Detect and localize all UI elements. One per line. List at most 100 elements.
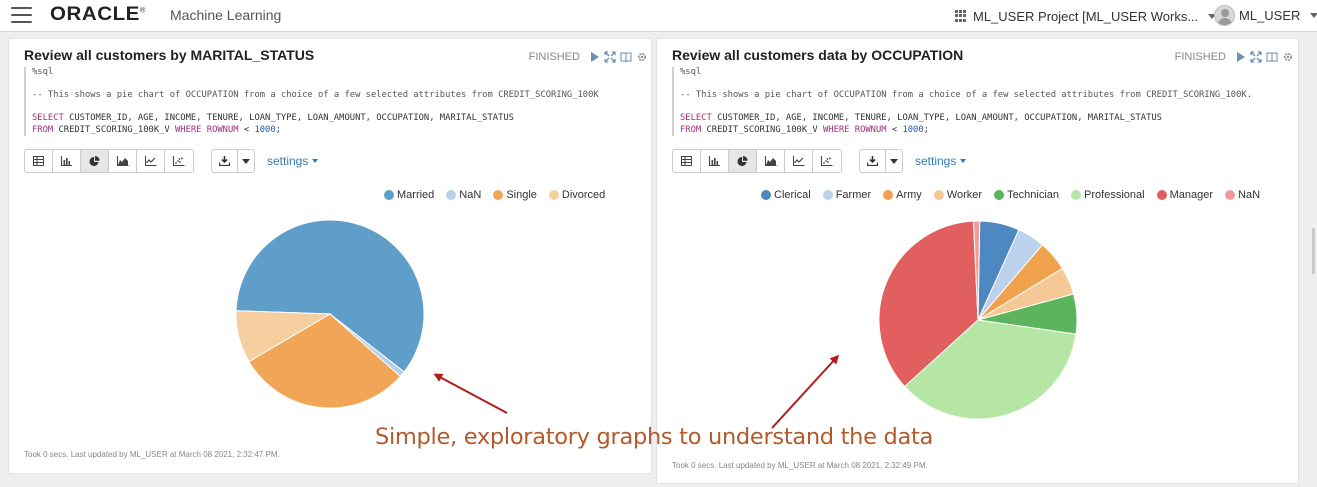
bar-chart-icon[interactable] [701,150,729,172]
legend-swatch [1156,190,1167,200]
legend-label: Army [896,189,922,201]
code-keyword-select: SELECT [32,113,64,123]
brand-text: ORACLE [50,4,140,25]
download-icon[interactable] [212,150,238,172]
table-icon[interactable] [673,150,701,172]
paragraph-footer: Took 0 secs. Last updated by ML_USER at … [24,450,280,459]
legend-item[interactable]: NaN [446,189,481,201]
visualization-toolbar: settings [24,149,319,173]
code-keyword-from: FROM [680,124,702,135]
chevron-down-icon [960,159,967,163]
gear-icon[interactable] [1282,51,1294,63]
legend-item[interactable]: Single [493,189,537,201]
grid-icon [955,10,967,22]
legend-label: Married [397,189,435,201]
settings-label: settings [267,154,309,168]
legend-swatch [446,190,457,200]
legend-item[interactable]: Clerical [761,189,811,201]
legend-item[interactable]: Farmer [822,189,872,201]
legend-label: Farmer [835,189,872,201]
code-comment: -- This shows a pie chart of OCCUPATION … [32,90,599,100]
code-operator: < [238,124,255,135]
legend-label: NaN [1238,189,1261,201]
code-keyword-select: SELECT [680,113,712,123]
scatter-chart-icon[interactable] [813,150,841,172]
paragraph-title: Review all customers data by OCCUPATION [672,47,964,63]
annotation-text: Simple, exploratory graphs to understand… [375,424,933,450]
pie-chart-icon[interactable] [81,150,109,172]
legend-item[interactable]: Married [384,189,434,201]
scatter-chart-icon[interactable] [165,150,193,172]
code-editor[interactable]: %sql -- This shows a pie chart of OCCUPA… [672,67,1292,136]
code-semicolon: ; [923,124,929,135]
pie-chart-occupation [878,220,1078,420]
area-chart-icon[interactable] [757,150,785,172]
legend-item[interactable]: NaN [1225,189,1260,201]
code-select-columns: CUSTOMER_ID, AGE, INCOME, TENURE, LOAN_T… [63,113,514,123]
oracle-logo: ORACLE® [50,4,146,26]
download-group [859,149,903,173]
expand-icon[interactable] [604,51,616,63]
user-menu[interactable]: ML_USER [1214,4,1317,26]
legend-label: Clerical [774,189,811,201]
download-icon[interactable] [860,150,886,172]
code-semicolon: ; [275,124,281,135]
legend-swatch [933,190,944,200]
line-chart-icon[interactable] [137,150,165,172]
brand-registered-mark: ® [139,7,147,15]
legend-label: Worker [946,189,983,201]
paragraph-footer: Took 0 secs. Last updated by ML_USER at … [672,461,928,470]
legend-item[interactable]: Divorced [548,189,605,201]
table-icon[interactable] [25,150,53,172]
area-chart-icon[interactable] [109,150,137,172]
project-selector[interactable]: ML_USER Project [ML_USER Works... [955,7,1217,25]
status-badge: FINISHED [1174,51,1226,63]
play-icon[interactable] [588,51,600,63]
product-name: Machine Learning [170,7,282,23]
legend-item[interactable]: Technician [994,189,1059,201]
legend-swatch [1071,190,1082,200]
gear-icon[interactable] [636,51,648,63]
legend-item[interactable]: Worker [933,189,983,201]
avatar [1214,4,1235,26]
book-icon[interactable] [1266,51,1278,63]
code-from-table: CREDIT_SCORING_100K_V [701,124,823,135]
settings-label: settings [915,154,957,168]
pie-chart-marital-status [235,219,425,409]
code-keyword-where: WHERE ROWNUM [823,124,887,135]
hamburger-menu-icon[interactable] [11,7,32,23]
code-magic: %sql [32,67,54,77]
chart-type-group [24,149,194,173]
download-group [211,149,255,173]
legend-item[interactable]: Manager [1156,189,1214,201]
legend-swatch [384,190,394,200]
scrollbar-thumb[interactable] [1312,228,1315,274]
paragraph-panel-marital-status: Review all customers by MARITAL_STATUS F… [8,38,652,474]
chevron-down-icon [1310,12,1317,18]
paragraph-status-bar: FINISHED [529,51,648,63]
code-number: 1000 [254,124,276,135]
chevron-down-icon [312,159,319,163]
legend-label: Manager [1169,189,1214,201]
code-editor[interactable]: %sql -- This shows a pie chart of OCCUPA… [24,67,644,136]
download-options-chevron-icon[interactable] [238,150,254,172]
bar-chart-icon[interactable] [53,150,81,172]
legend-swatch [994,190,1005,200]
settings-dropdown[interactable]: settings [915,154,967,168]
legend-label: NaN [459,189,482,201]
pie-chart-icon[interactable] [729,150,757,172]
visualization-toolbar: settings [672,149,967,173]
top-bar: ORACLE® Machine Learning ML_USER Project… [0,0,1317,32]
expand-icon[interactable] [1250,51,1262,63]
settings-dropdown[interactable]: settings [267,154,319,168]
legend-item[interactable]: Army [883,189,922,201]
code-number: 1000 [902,124,924,135]
legend-item[interactable]: Professional [1071,189,1145,201]
book-icon[interactable] [620,51,632,63]
play-icon[interactable] [1234,51,1246,63]
chart-legend: Married NaN Single Divorced [384,189,605,201]
download-options-chevron-icon[interactable] [886,150,902,172]
line-chart-icon[interactable] [785,150,813,172]
legend-label: Professional [1084,189,1145,201]
code-magic: %sql [680,67,702,77]
